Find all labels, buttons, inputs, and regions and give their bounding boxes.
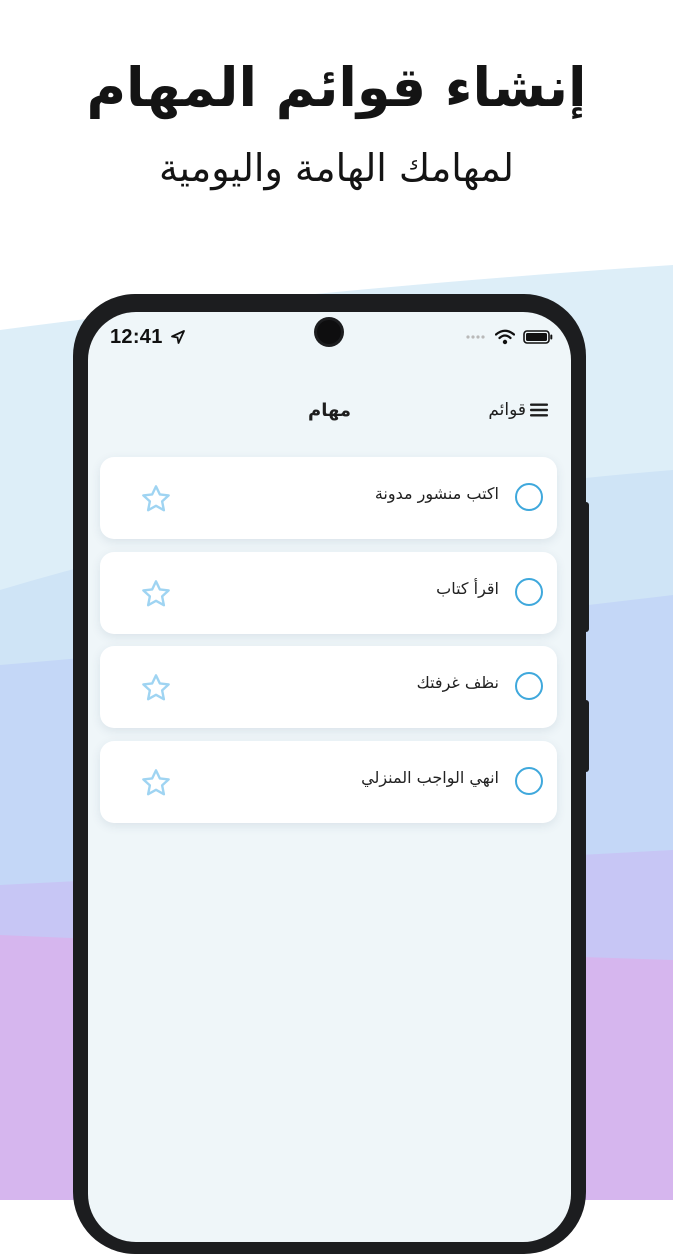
task-item[interactable]: اكتب منشور مدونة — [100, 457, 557, 539]
battery-icon — [523, 330, 553, 344]
status-icons — [465, 329, 553, 345]
phone-screen: 12:41 مهام قوائم اكتب منشور مدونة اقرأ ك… — [88, 312, 571, 1242]
task-item[interactable]: نظف غرفتك — [100, 646, 557, 728]
star-icon[interactable] — [140, 767, 172, 799]
menu-icon — [530, 403, 548, 417]
lists-menu-label: قوائم — [488, 400, 526, 420]
star-icon[interactable] — [140, 672, 172, 704]
phone-frame: 12:41 مهام قوائم اكتب منشور مدونة اقرأ ك… — [73, 294, 586, 1254]
task-checkbox[interactable] — [515, 672, 543, 700]
task-checkbox[interactable] — [515, 483, 543, 511]
task-label: نظف غرفتك — [416, 673, 499, 692]
wifi-icon — [495, 329, 515, 345]
headline-title: إنشاء قوائم المهام — [86, 56, 587, 119]
task-item[interactable]: انهي الواجب المنزلي — [100, 741, 557, 823]
front-camera — [317, 320, 341, 344]
location-arrow-icon — [171, 330, 185, 344]
task-label: اكتب منشور مدونة — [374, 484, 499, 503]
task-label: انهي الواجب المنزلي — [361, 768, 499, 787]
star-icon[interactable] — [140, 578, 172, 610]
task-checkbox[interactable] — [515, 578, 543, 606]
star-icon[interactable] — [140, 483, 172, 515]
headline-subtitle: لمهامك الهامة واليومية — [159, 146, 514, 190]
signal-dots-icon — [466, 335, 485, 339]
lists-menu-button[interactable]: قوائم — [488, 400, 549, 420]
status-time: 12:41 — [110, 326, 163, 348]
task-checkbox[interactable] — [515, 767, 543, 795]
task-item[interactable]: اقرأ كتاب — [100, 552, 557, 634]
task-label: اقرأ كتاب — [436, 579, 499, 598]
